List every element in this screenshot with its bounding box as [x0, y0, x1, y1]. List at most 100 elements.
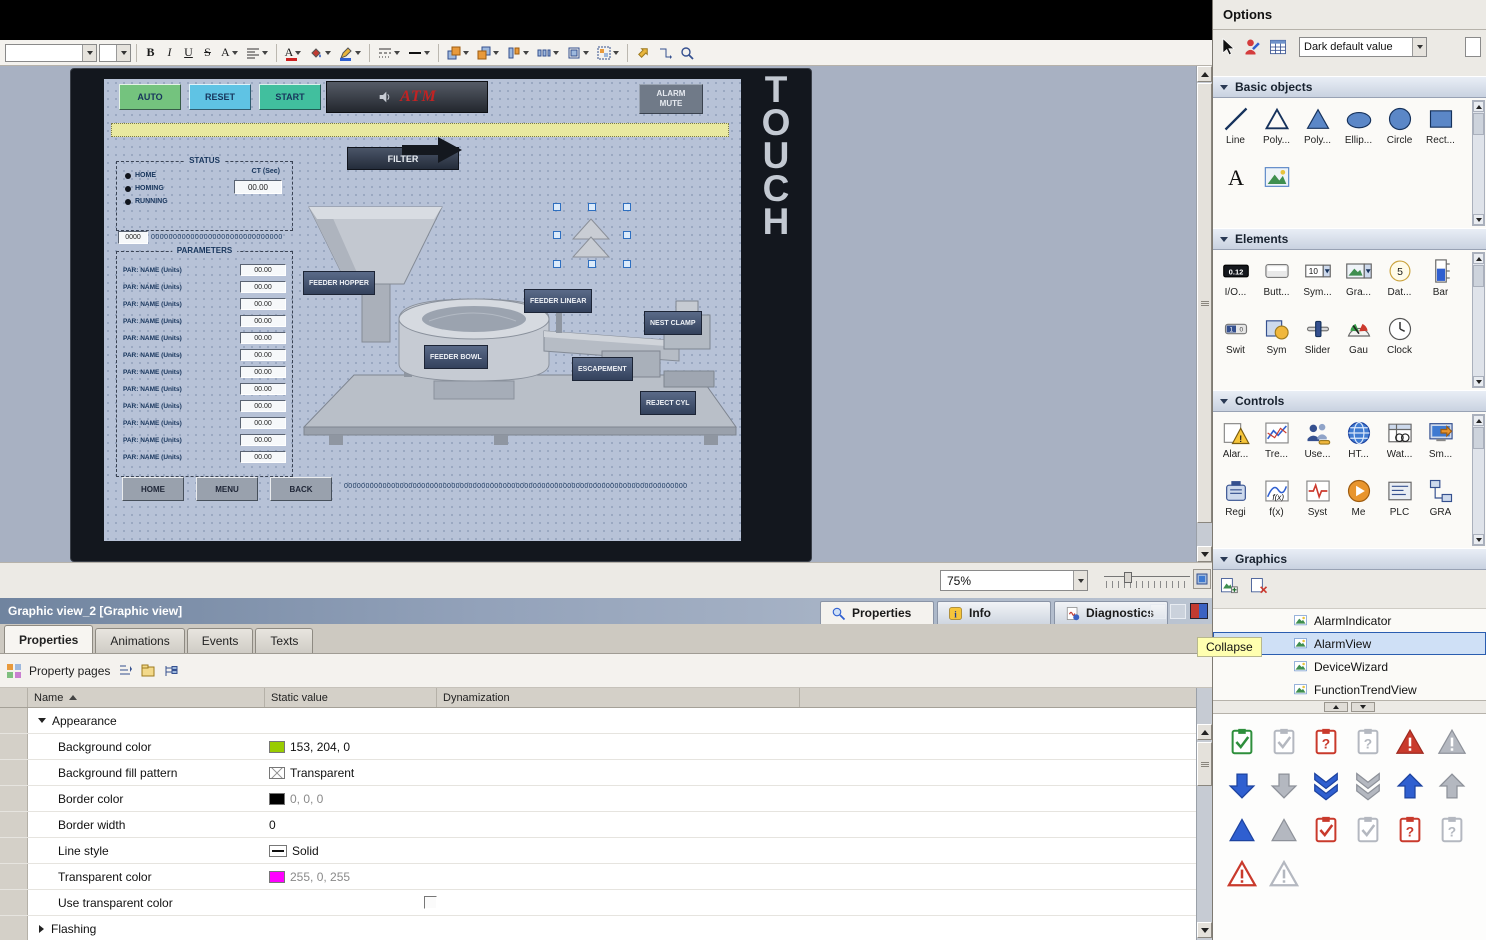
align-objects-button[interactable] [504, 43, 532, 63]
split-view-icon[interactable] [1190, 603, 1208, 619]
table-icon[interactable] [1268, 37, 1288, 57]
zoom-level-combo[interactable]: 75% [940, 570, 1088, 591]
parameter-value-field[interactable]: 00.00 [240, 264, 286, 276]
tool-switch[interactable]: 10Swit [1215, 312, 1256, 368]
tool-html-browser[interactable]: HT... [1338, 416, 1379, 472]
zoom-slider[interactable] [1104, 572, 1190, 590]
parameter-value-field[interactable]: 00.00 [240, 298, 286, 310]
collapse-all-icon[interactable] [163, 663, 179, 679]
scroll-down-button[interactable] [1473, 376, 1484, 387]
property-value[interactable] [265, 708, 437, 733]
font-size-button[interactable]: A [218, 43, 241, 63]
fill-color-button[interactable] [306, 43, 334, 63]
selection-handle[interactable] [553, 260, 561, 268]
arrow-down-gray-thumbnail[interactable] [1263, 764, 1305, 808]
parameter-value-field[interactable]: 00.00 [240, 349, 286, 361]
elements-scrollbar[interactable] [1472, 252, 1485, 388]
property-dynamization[interactable] [437, 916, 800, 940]
tool-circle[interactable]: Circle [1379, 102, 1420, 158]
scroll-down-button[interactable] [1197, 546, 1212, 562]
property-value[interactable]: Solid [265, 838, 437, 863]
property-dynamization[interactable] [437, 708, 800, 733]
subtab-animations[interactable]: Animations [95, 628, 184, 653]
tool-fx-trend[interactable]: f(x)f(x) [1256, 474, 1297, 530]
clipboard-help-gray-thumbnail[interactable]: ? [1347, 720, 1389, 764]
scroll-up-button[interactable] [1473, 415, 1484, 426]
tool-graphic-io[interactable]: Gra... [1338, 254, 1379, 310]
italic-button[interactable]: I [161, 43, 178, 63]
tab-order-button[interactable] [655, 43, 675, 63]
tool-line[interactable]: Line [1215, 102, 1256, 158]
chevron-down-icon[interactable] [116, 45, 130, 61]
font-family-combo[interactable] [5, 44, 97, 62]
parameter-value-field[interactable]: 00.00 [240, 400, 286, 412]
grid-name-header[interactable]: Name [28, 688, 265, 707]
warning-outline-red-thumbnail[interactable] [1221, 852, 1263, 896]
filter-arrow-icon[interactable] [402, 135, 466, 165]
group-expanded-icon[interactable] [38, 718, 46, 723]
scrollbar-thumb[interactable] [1473, 265, 1484, 287]
scrollbar-thumb[interactable] [1197, 83, 1212, 523]
clipboard-help-gray-thumbnail[interactable]: ? [1431, 808, 1473, 852]
hmi-screen-design-area[interactable]: AUTORESETSTART ATM ALARM MUTE FILTER STA… [104, 79, 741, 541]
scroll-up-button[interactable] [1473, 101, 1484, 112]
hmi-logo-panel[interactable]: ATM [326, 81, 488, 113]
tool-ellipse[interactable]: Ellip... [1338, 102, 1379, 158]
arrow-up-gray-thumbnail[interactable] [1431, 764, 1473, 808]
splitter-down-button[interactable] [1351, 702, 1375, 712]
property-dynamization[interactable] [437, 786, 800, 811]
scroll-down-button[interactable] [1473, 534, 1484, 545]
hmi-button-start[interactable]: START [259, 84, 321, 110]
arrow-down-blue-thumbnail[interactable] [1221, 764, 1263, 808]
line-color-button[interactable] [336, 43, 364, 63]
chevron-down-icon[interactable] [82, 45, 96, 61]
scroll-down-button[interactable] [1197, 922, 1212, 938]
tool-user-view[interactable]: Use... [1297, 416, 1338, 472]
scroll-up-button[interactable] [1197, 66, 1212, 82]
screen-editor-canvas[interactable]: TOUCH AUTORESETSTART ATM ALARM MUTE FILT… [0, 66, 1212, 562]
hmi-nav-menu[interactable]: MENU [196, 477, 258, 501]
property-dynamization[interactable] [437, 812, 800, 837]
property-value[interactable] [265, 890, 437, 915]
scroll-down-button[interactable] [1473, 214, 1484, 225]
clipboard-help-red-thumbnail[interactable]: ? [1305, 720, 1347, 764]
tool-image[interactable] [1256, 160, 1297, 216]
hmi-status-groupbox[interactable]: STATUS HOME HOMING RUNNING CT (Sec) 00.0… [116, 161, 293, 231]
subtab-texts[interactable]: Texts [255, 628, 313, 653]
subtab-events[interactable]: Events [187, 628, 254, 653]
fit-to-screen-button[interactable] [1193, 569, 1211, 589]
rotate-button[interactable] [633, 43, 653, 63]
scrollbar-thumb[interactable] [1473, 427, 1484, 449]
triangle-up-blue-thumbnail[interactable] [1221, 808, 1263, 852]
hmi-nav-back[interactable]: BACK [270, 477, 332, 501]
chevron-down-icon[interactable] [1073, 571, 1087, 590]
selection-handle[interactable] [588, 260, 596, 268]
arrow-double-down-blue-thumbnail[interactable] [1305, 764, 1347, 808]
tree-item-DeviceWizard[interactable]: DeviceWizard [1213, 655, 1486, 678]
subtab-properties[interactable]: Properties [4, 625, 93, 653]
underline-button[interactable]: U [180, 43, 197, 63]
tool-polygon[interactable]: Poly... [1297, 102, 1338, 158]
property-value[interactable]: Transparent [265, 760, 437, 785]
selection-handle[interactable] [623, 231, 631, 239]
scrollbar-thumb[interactable] [1197, 742, 1212, 786]
bold-button[interactable]: B [142, 43, 159, 63]
line-style-button[interactable] [375, 43, 403, 63]
property-dynamization[interactable] [437, 890, 800, 915]
pattern-swatch[interactable] [269, 767, 285, 779]
tool-io-field[interactable]: 0.12I/O... [1215, 254, 1256, 310]
machine-label-escapement[interactable]: ESCAPEMENT [572, 357, 633, 381]
group-collapsed-icon[interactable] [39, 925, 44, 933]
tool-symbol-library[interactable]: Sym [1256, 312, 1297, 368]
machine-label-feeder-hopper[interactable]: FEEDER HOPPER [303, 271, 375, 295]
parameter-value-field[interactable]: 00.00 [240, 281, 286, 293]
color-swatch[interactable] [269, 871, 285, 883]
splitter-up-button[interactable] [1324, 702, 1348, 712]
section-controls[interactable]: Controls [1213, 390, 1486, 412]
line-style-swatch[interactable] [269, 845, 287, 857]
arrow-double-down-gray-thumbnail[interactable] [1347, 764, 1389, 808]
machine-label-nest-clamp[interactable]: NEST CLAMP [644, 311, 702, 335]
scroll-up-button[interactable] [1473, 253, 1484, 264]
warning-red-thumbnail[interactable] [1389, 720, 1431, 764]
tool-date-time[interactable]: 5Dat... [1379, 254, 1420, 310]
